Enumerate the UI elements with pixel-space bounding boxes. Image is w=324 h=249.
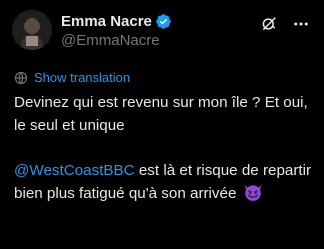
tweet-paragraph-2: @WestCoastBBC est là et risque de repart… bbox=[14, 160, 314, 206]
show-translation-label[interactable]: Show translation bbox=[34, 70, 130, 86]
verified-badge-icon[interactable] bbox=[155, 13, 172, 30]
author-handle[interactable]: @EmmaNacre bbox=[61, 31, 172, 51]
tweet-text: Devinez qui est revenu sur mon île ? Et … bbox=[14, 92, 314, 206]
author-names: Emma Nacre @EmmaNacre bbox=[61, 12, 172, 51]
tweet-paragraph-1: Devinez qui est revenu sur mon île ? Et … bbox=[14, 94, 313, 134]
display-name[interactable]: Emma Nacre bbox=[61, 12, 152, 31]
tweet-card[interactable]: Emma Nacre @EmmaNacre Show translation D… bbox=[0, 0, 324, 249]
show-translation-button[interactable]: Show translation bbox=[14, 70, 130, 86]
smiling-face-with-horns-emoji bbox=[243, 182, 263, 202]
mention-link[interactable]: @WestCoastBBC bbox=[14, 162, 135, 179]
avatar[interactable] bbox=[12, 10, 52, 50]
display-name-row: Emma Nacre bbox=[61, 12, 172, 31]
globe-icon bbox=[14, 71, 28, 85]
grok-icon[interactable] bbox=[260, 15, 278, 33]
tweet-header: Emma Nacre @EmmaNacre bbox=[12, 10, 312, 50]
more-icon[interactable] bbox=[292, 15, 310, 33]
